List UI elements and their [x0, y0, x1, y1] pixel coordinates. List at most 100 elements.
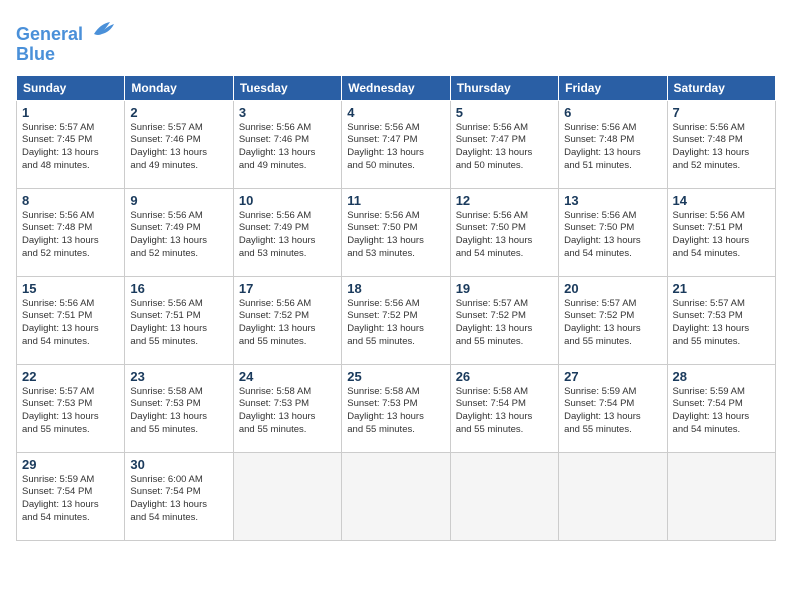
calendar-cell: 20 Sunrise: 5:57 AMSunset: 7:52 PMDayligh… — [559, 276, 667, 364]
logo-general: General — [16, 24, 83, 44]
day-info: Sunrise: 5:56 AMSunset: 7:47 PMDaylight:… — [347, 122, 444, 173]
calendar-cell: 8 Sunrise: 5:56 AMSunset: 7:48 PMDaylight… — [17, 188, 125, 276]
weekday-tuesday: Tuesday — [233, 75, 341, 100]
calendar-cell: 11 Sunrise: 5:56 AMSunset: 7:50 PMDayligh… — [342, 188, 450, 276]
calendar-cell: 24 Sunrise: 5:58 AMSunset: 7:53 PMDayligh… — [233, 364, 341, 452]
calendar-cell: 4 Sunrise: 5:56 AMSunset: 7:47 PMDaylight… — [342, 100, 450, 188]
calendar-week-5: 29Sunrise: 5:59 AMSunset: 7:54 PMDayligh… — [17, 452, 776, 540]
calendar-header: SundayMondayTuesdayWednesdayThursdayFrid… — [17, 75, 776, 100]
day-info: Sunrise: 5:58 AMSunset: 7:54 PMDaylight:… — [456, 386, 553, 437]
calendar-cell: 26 Sunrise: 5:58 AMSunset: 7:54 PMDayligh… — [450, 364, 558, 452]
day-info: Sunrise: 5:58 AMSunset: 7:53 PMDaylight:… — [347, 386, 444, 437]
day-info: Sunrise: 6:00 AMSunset: 7:54 PMDaylight:… — [130, 474, 227, 525]
calendar-cell: 1 Sunrise: 5:57 AMSunset: 7:45 PMDaylight… — [17, 100, 125, 188]
day-info: Sunrise: 5:59 AMSunset: 7:54 PMDaylight:… — [673, 386, 770, 437]
day-number: 5 — [456, 105, 553, 120]
calendar-cell: 27Sunrise: 5:59 AMSunset: 7:54 PMDayligh… — [559, 364, 667, 452]
day-info: Sunrise: 5:56 AMSunset: 7:49 PMDaylight:… — [239, 210, 336, 261]
day-number: 29 — [22, 457, 119, 472]
calendar-cell: 25 Sunrise: 5:58 AMSunset: 7:53 PMDayligh… — [342, 364, 450, 452]
weekday-monday: Monday — [125, 75, 233, 100]
calendar-week-3: 15 Sunrise: 5:56 AMSunset: 7:51 PMDayligh… — [17, 276, 776, 364]
calendar-body: 1 Sunrise: 5:57 AMSunset: 7:45 PMDaylight… — [17, 100, 776, 540]
day-info: Sunrise: 5:57 AMSunset: 7:53 PMDaylight:… — [673, 298, 770, 349]
calendar-cell: 9 Sunrise: 5:56 AMSunset: 7:49 PMDaylight… — [125, 188, 233, 276]
calendar-cell — [233, 452, 341, 540]
calendar-cell — [559, 452, 667, 540]
header: General Blue — [16, 16, 776, 65]
day-info: Sunrise: 5:57 AMSunset: 7:52 PMDaylight:… — [456, 298, 553, 349]
day-info: Sunrise: 5:56 AMSunset: 7:49 PMDaylight:… — [130, 210, 227, 261]
day-info: Sunrise: 5:56 AMSunset: 7:51 PMDaylight:… — [130, 298, 227, 349]
calendar-week-2: 8 Sunrise: 5:56 AMSunset: 7:48 PMDaylight… — [17, 188, 776, 276]
day-number: 16 — [130, 281, 227, 296]
calendar-cell: 28 Sunrise: 5:59 AMSunset: 7:54 PMDayligh… — [667, 364, 775, 452]
weekday-wednesday: Wednesday — [342, 75, 450, 100]
day-info: Sunrise: 5:56 AMSunset: 7:50 PMDaylight:… — [347, 210, 444, 261]
calendar-cell: 3 Sunrise: 5:56 AMSunset: 7:46 PMDaylight… — [233, 100, 341, 188]
day-number: 18 — [347, 281, 444, 296]
calendar-cell: 18 Sunrise: 5:56 AMSunset: 7:52 PMDayligh… — [342, 276, 450, 364]
calendar-cell: 10 Sunrise: 5:56 AMSunset: 7:49 PMDayligh… — [233, 188, 341, 276]
day-number: 15 — [22, 281, 119, 296]
day-number: 30 — [130, 457, 227, 472]
weekday-saturday: Saturday — [667, 75, 775, 100]
day-number: 3 — [239, 105, 336, 120]
calendar-cell: 22Sunrise: 5:57 AMSunset: 7:53 PMDayligh… — [17, 364, 125, 452]
day-number: 17 — [239, 281, 336, 296]
calendar-week-1: 1 Sunrise: 5:57 AMSunset: 7:45 PMDaylight… — [17, 100, 776, 188]
calendar-cell: 21Sunrise: 5:57 AMSunset: 7:53 PMDayligh… — [667, 276, 775, 364]
day-number: 19 — [456, 281, 553, 296]
day-info: Sunrise: 5:56 AMSunset: 7:50 PMDaylight:… — [564, 210, 661, 261]
calendar-cell: 16 Sunrise: 5:56 AMSunset: 7:51 PMDayligh… — [125, 276, 233, 364]
day-info: Sunrise: 5:57 AMSunset: 7:53 PMDaylight:… — [22, 386, 119, 437]
day-number: 20 — [564, 281, 661, 296]
day-info: Sunrise: 5:56 AMSunset: 7:52 PMDaylight:… — [347, 298, 444, 349]
calendar-cell: 13 Sunrise: 5:56 AMSunset: 7:50 PMDayligh… — [559, 188, 667, 276]
calendar-cell: 29Sunrise: 5:59 AMSunset: 7:54 PMDayligh… — [17, 452, 125, 540]
calendar-cell — [450, 452, 558, 540]
day-number: 13 — [564, 193, 661, 208]
day-number: 27 — [564, 369, 661, 384]
day-info: Sunrise: 5:56 AMSunset: 7:50 PMDaylight:… — [456, 210, 553, 261]
day-number: 14 — [673, 193, 770, 208]
calendar-cell: 30 Sunrise: 6:00 AMSunset: 7:54 PMDayligh… — [125, 452, 233, 540]
day-info: Sunrise: 5:56 AMSunset: 7:46 PMDaylight:… — [239, 122, 336, 173]
day-number: 9 — [130, 193, 227, 208]
calendar-cell: 23Sunrise: 5:58 AMSunset: 7:53 PMDayligh… — [125, 364, 233, 452]
day-info: Sunrise: 5:57 AMSunset: 7:45 PMDaylight:… — [22, 122, 119, 173]
day-info: Sunrise: 5:56 AMSunset: 7:48 PMDaylight:… — [564, 122, 661, 173]
day-info: Sunrise: 5:57 AMSunset: 7:52 PMDaylight:… — [564, 298, 661, 349]
calendar-cell — [342, 452, 450, 540]
weekday-thursday: Thursday — [450, 75, 558, 100]
weekday-friday: Friday — [559, 75, 667, 100]
day-number: 1 — [22, 105, 119, 120]
day-number: 8 — [22, 193, 119, 208]
day-number: 26 — [456, 369, 553, 384]
day-info: Sunrise: 5:58 AMSunset: 7:53 PMDaylight:… — [239, 386, 336, 437]
logo-text: General Blue — [16, 16, 118, 65]
logo: General Blue — [16, 16, 118, 65]
calendar-table: SundayMondayTuesdayWednesdayThursdayFrid… — [16, 75, 776, 541]
day-number: 28 — [673, 369, 770, 384]
day-info: Sunrise: 5:58 AMSunset: 7:53 PMDaylight:… — [130, 386, 227, 437]
calendar-cell: 7Sunrise: 5:56 AMSunset: 7:48 PMDaylight… — [667, 100, 775, 188]
day-info: Sunrise: 5:57 AMSunset: 7:46 PMDaylight:… — [130, 122, 227, 173]
logo-blue: Blue — [16, 44, 55, 64]
day-info: Sunrise: 5:56 AMSunset: 7:51 PMDaylight:… — [22, 298, 119, 349]
day-number: 6 — [564, 105, 661, 120]
day-number: 25 — [347, 369, 444, 384]
calendar-week-4: 22Sunrise: 5:57 AMSunset: 7:53 PMDayligh… — [17, 364, 776, 452]
weekday-header-row: SundayMondayTuesdayWednesdayThursdayFrid… — [17, 75, 776, 100]
day-number: 10 — [239, 193, 336, 208]
calendar-cell: 2 Sunrise: 5:57 AMSunset: 7:46 PMDaylight… — [125, 100, 233, 188]
day-number: 11 — [347, 193, 444, 208]
day-info: Sunrise: 5:56 AMSunset: 7:48 PMDaylight:… — [22, 210, 119, 261]
calendar-cell: 15 Sunrise: 5:56 AMSunset: 7:51 PMDayligh… — [17, 276, 125, 364]
page: General Blue SundayMondayTuesdayWednesda… — [0, 0, 792, 612]
day-number: 24 — [239, 369, 336, 384]
day-number: 4 — [347, 105, 444, 120]
calendar-cell — [667, 452, 775, 540]
day-number: 2 — [130, 105, 227, 120]
calendar-cell: 5Sunrise: 5:56 AMSunset: 7:47 PMDaylight… — [450, 100, 558, 188]
